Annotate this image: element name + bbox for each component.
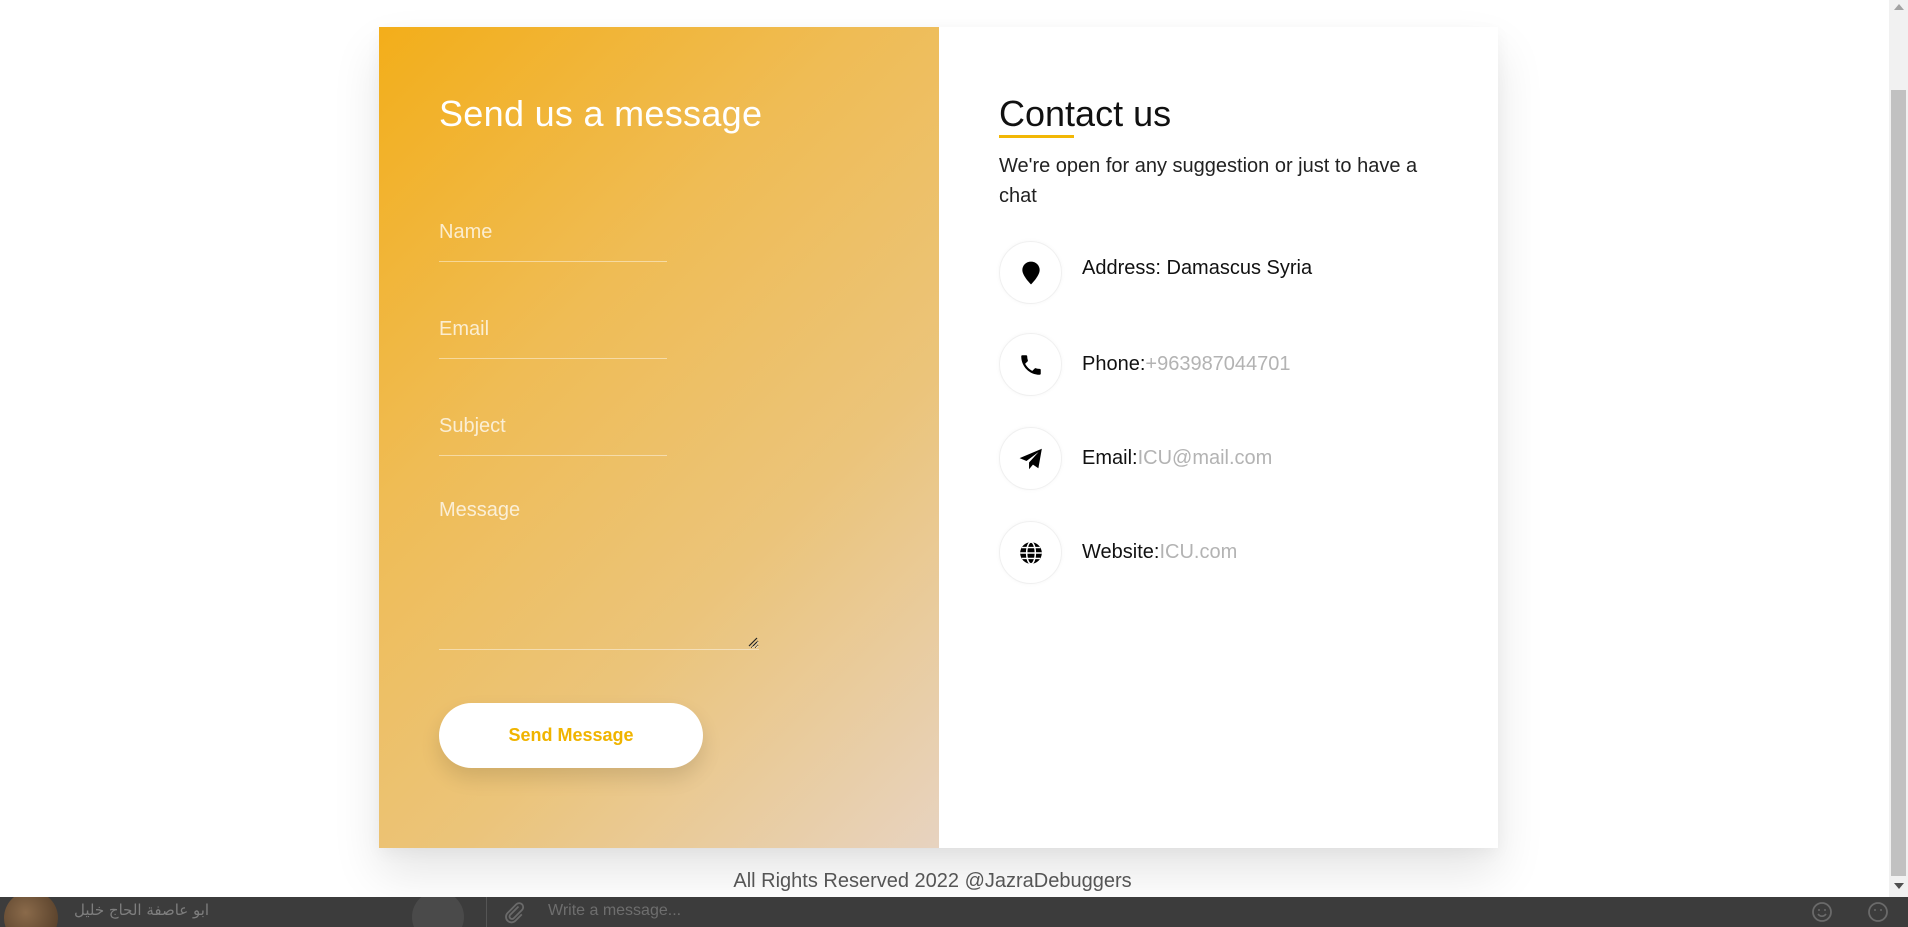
footer: All Rights Reserved 2022 @JazraDebuggers xyxy=(0,870,1889,893)
paperclip-icon[interactable] xyxy=(502,900,526,924)
website-row: Website:ICU.com xyxy=(999,521,1237,584)
contact-title: Contact us xyxy=(999,93,1172,134)
title-underline xyxy=(999,135,1074,138)
chat-message-input[interactable] xyxy=(548,900,1248,922)
phone-label: Phone: xyxy=(1082,353,1146,375)
address-icon-circle xyxy=(999,241,1062,304)
address-row: Address: Damascus Syria xyxy=(999,241,1312,304)
chat-contact-name[interactable]: ابو عاصفة الحاج خليل xyxy=(74,901,209,919)
contact-intro: We're open for any suggestion or just to… xyxy=(999,155,1418,207)
map-marker-icon xyxy=(1021,261,1040,284)
scroll-down-arrow-icon[interactable] xyxy=(1894,883,1904,889)
contact-info-panel: Contact us We're open for any suggestion… xyxy=(939,27,1498,848)
name-input[interactable] xyxy=(439,204,667,262)
paper-plane-icon xyxy=(1019,448,1042,469)
phone-line: Phone:+963987044701 xyxy=(1082,353,1291,376)
chat-bar: ابو عاصفة الحاج خليل xyxy=(0,897,1908,927)
vertical-scrollbar[interactable] xyxy=(1889,0,1908,897)
email-row: Email:ICU@mail.com xyxy=(999,427,1272,490)
email-label: Email: xyxy=(1082,447,1138,469)
message-textarea[interactable] xyxy=(439,493,759,650)
phone-value[interactable]: +963987044701 xyxy=(1145,353,1290,375)
phone-icon xyxy=(1020,354,1041,375)
email-line: Email:ICU@mail.com xyxy=(1082,447,1272,470)
smiley-icon[interactable] xyxy=(1810,900,1834,924)
chat-action-button[interactable] xyxy=(412,897,464,927)
website-line: Website:ICU.com xyxy=(1082,541,1237,564)
avatar[interactable] xyxy=(4,897,58,927)
globe-icon xyxy=(1019,540,1042,565)
contact-card: Send us a message Send Message Contact u… xyxy=(379,27,1498,848)
resize-grip-icon[interactable] xyxy=(746,635,758,647)
address-label: Address: xyxy=(1082,257,1161,279)
message-form-panel: Send us a message Send Message xyxy=(379,27,939,848)
subject-input[interactable] xyxy=(439,398,667,456)
sticker-icon[interactable] xyxy=(1866,900,1890,924)
website-label: Website: xyxy=(1082,541,1160,563)
email-icon-circle xyxy=(999,427,1062,490)
send-message-button[interactable]: Send Message xyxy=(439,703,703,768)
email-input[interactable] xyxy=(439,301,667,359)
footer-copyright: All Rights Reserved 2022 @JazraDebuggers xyxy=(733,870,1132,892)
email-value[interactable]: ICU@mail.com xyxy=(1138,447,1273,469)
website-value[interactable]: ICU.com xyxy=(1159,541,1237,563)
form-title: Send us a message xyxy=(439,93,763,134)
address-line: Address: Damascus Syria xyxy=(1082,257,1312,280)
phone-row: Phone:+963987044701 xyxy=(999,333,1291,396)
address-value: Damascus Syria xyxy=(1160,257,1313,279)
chat-divider xyxy=(486,897,487,927)
phone-icon-circle xyxy=(999,333,1062,396)
website-icon-circle xyxy=(999,521,1062,584)
scroll-up-arrow-icon[interactable] xyxy=(1894,4,1904,10)
scroll-thumb[interactable] xyxy=(1891,90,1906,876)
